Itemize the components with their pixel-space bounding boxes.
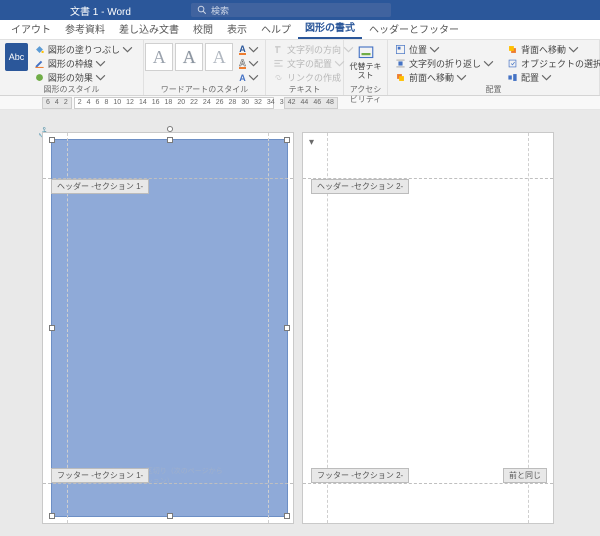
tab-references[interactable]: 参考資料 [58,18,112,39]
tab-help[interactable]: ヘルプ [254,18,298,39]
search-box[interactable]: 検索 [191,3,391,17]
resize-handle[interactable] [284,325,290,331]
resize-handle[interactable] [49,325,55,331]
page-1[interactable]: セクション区切り（次のページから新しいセクション） ヘッダー -セクション 1-… [42,132,294,524]
shape-style-sample[interactable]: Abc [5,43,28,71]
wrap-text-icon [395,58,406,69]
send-backward-icon [507,44,518,55]
header-area[interactable] [43,133,293,179]
cmd-shape-effects[interactable]: 図形の効果 [32,71,138,84]
footer-area[interactable] [43,483,293,523]
position-icon [395,44,406,55]
bring-forward-icon [395,72,406,83]
group-text: 文字列の方向 文字の配置 リンクの作成 テキスト [266,40,344,95]
align-text-icon [273,58,284,69]
rotate-handle[interactable] [167,126,173,132]
search-placeholder: 検索 [211,4,229,17]
chevron-down-icon [122,44,133,55]
margin-guide [528,133,529,523]
ruler-margin-left: 642 [42,97,72,109]
document-canvas[interactable]: ⚓ セクション区切り（次のページから新しいセクション） ヘッダー -セクション … [0,110,600,536]
wordart-gallery[interactable]: A A A [145,43,233,71]
wordart-sample[interactable]: A [145,43,173,71]
ribbon-tabs: イアウト 参考資料 差し込み文書 校閲 表示 ヘルプ 図形の書式 ヘッダーとフッ… [0,20,600,40]
cmd-text-fill[interactable]: A [237,43,264,56]
cmd-bring-forward[interactable]: 前面へ移動 [393,71,499,84]
cmd-selection-pane[interactable]: オブジェクトの選択と [505,57,600,70]
tab-mailings[interactable]: 差し込み文書 [112,18,186,39]
chevron-down-icon [95,58,106,69]
cmd-text-effects[interactable]: A [237,71,264,84]
group-label: 配置 [393,85,594,95]
group-label: テキスト [271,85,338,95]
same-as-previous-tag: 前と同じ [503,468,547,483]
tab-shape-format[interactable]: 図形の書式 [298,16,362,39]
wordart-sample[interactable]: A [205,43,233,71]
ruler-body: 2468101214161820222426283032343638 [74,97,274,109]
cmd-text-outline[interactable]: A [237,57,264,70]
text-direction-icon [273,44,284,55]
pen-icon [34,58,45,69]
group-wordart: A A A A A A ワードアートのスタイル [144,40,266,95]
footer-area[interactable] [303,483,553,523]
tab-review[interactable]: 校閲 [186,18,220,39]
horizontal-ruler[interactable]: 642 2468101214161820222426283032343638 4… [0,96,600,110]
header-section-tag: ヘッダー -セクション 2- [311,179,409,194]
selection-pane-icon [507,58,518,69]
group-label: 図形のスタイル [5,85,138,95]
cmd-align[interactable]: 配置 [505,71,600,84]
tab-header-footer[interactable]: ヘッダーとフッター [362,18,466,39]
page-2[interactable]: ▾ ヘッダー -セクション 2- フッター -セクション 2- 前と同じ [302,132,554,524]
cmd-shape-fill[interactable]: 図形の塗りつぶし [32,43,138,56]
tab-view[interactable]: 表示 [220,18,254,39]
effects-icon [34,72,45,83]
chevron-down-icon [95,72,106,83]
ruler-margin-right: 42444648 [284,97,338,109]
wordart-sample[interactable]: A [175,43,203,71]
tab-layout[interactable]: イアウト [4,18,58,39]
align-icon [507,72,518,83]
cmd-shape-outline[interactable]: 図形の枠線 [32,57,138,70]
cmd-wrap-text[interactable]: 文字列の折り返し [393,57,499,70]
cmd-send-backward[interactable]: 背面へ移動 [505,43,600,56]
cmd-position[interactable]: 位置 [393,43,499,56]
margin-guide [268,133,269,523]
word-app: 文書 1 - Word 検索 イアウト 参考資料 差し込み文書 校閲 表示 ヘル… [0,0,600,536]
alt-text-icon [357,44,375,62]
group-shape-styles: Abc 図形の塗りつぶし 図形の枠線 図形の効果 [0,40,144,95]
group-accessibility: 代替テキスト アクセシビリティ [344,40,388,95]
link-icon [273,72,284,83]
footer-section-tag: フッター -セクション 1- [51,468,149,483]
group-label: ワードアートのスタイル [149,85,260,95]
group-label: アクセシビリティ [349,85,382,95]
ribbon: Abc 図形の塗りつぶし 図形の枠線 図形の効果 [0,40,600,96]
selected-shape[interactable]: セクション区切り（次のページから新しいセクション） [51,139,288,517]
header-area[interactable] [303,133,553,179]
group-arrange: 位置 文字列の折り返し 前面へ移動 背面へ移動 オブジェクトの選択と 配置 配置 [388,40,600,95]
cmd-alt-text[interactable]: 代替テキスト [350,43,382,81]
footer-section-tag: フッター -セクション 2- [311,468,409,483]
paint-bucket-icon [34,44,45,55]
search-icon [197,5,207,15]
window-title: 文書 1 - Word [70,3,131,18]
header-section-tag: ヘッダー -セクション 1- [51,179,149,194]
